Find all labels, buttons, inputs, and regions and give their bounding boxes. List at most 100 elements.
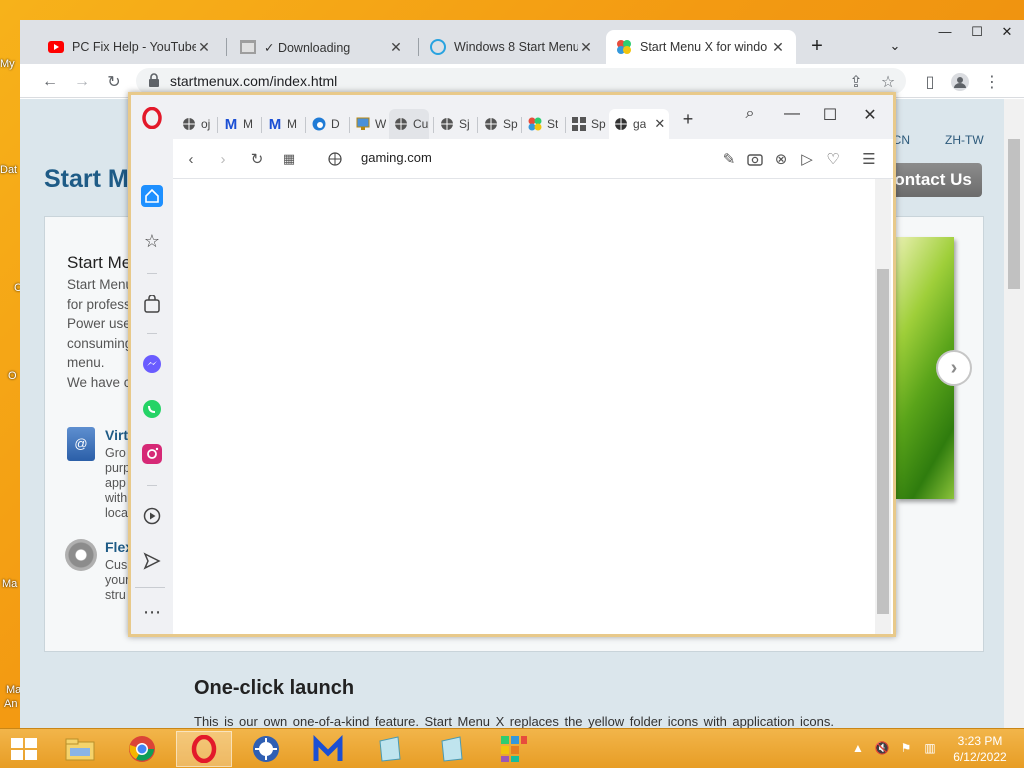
edit-icon[interactable]: ✎	[719, 149, 739, 169]
send-flow-icon[interactable]	[141, 550, 163, 572]
page-scrollbar[interactable]	[1004, 99, 1024, 728]
share-icon[interactable]: ⇪	[846, 72, 866, 92]
start-button[interactable]	[0, 731, 48, 767]
instagram-icon[interactable]	[141, 443, 163, 465]
address-url: startmenux.com/index.html	[170, 73, 338, 89]
globe-icon	[439, 116, 455, 132]
feature-line: app	[105, 476, 126, 490]
opera-tab[interactable]: Sj	[435, 109, 475, 139]
minimize-button[interactable]: —	[928, 20, 962, 44]
lang-link-zh-tw[interactable]: ZH-TW	[945, 133, 984, 147]
close-window-button[interactable]: ✕	[990, 20, 1024, 44]
send-icon[interactable]: ▷	[797, 149, 817, 169]
desktop-icon-label[interactable]: Dat	[0, 164, 22, 176]
download-page-icon	[240, 39, 256, 55]
tab-search-chevron-icon[interactable]: ⌄	[878, 34, 912, 58]
address-bar[interactable]: startmenux.com/index.html	[136, 68, 906, 94]
opera-tab[interactable]: Cu	[389, 109, 429, 139]
tab-separator	[217, 117, 218, 133]
profile-avatar-icon[interactable]	[950, 72, 970, 92]
card-heading: Start Me	[67, 253, 132, 272]
volume-muted-icon[interactable]: 🔇	[874, 741, 890, 757]
close-icon[interactable]: ✕	[196, 39, 212, 56]
adblock-icon[interactable]: ⊗	[771, 149, 791, 169]
chrome-tab[interactable]: ✓ Downloading ✕	[230, 30, 414, 64]
back-arrow-icon[interactable]: ←	[40, 72, 60, 92]
side-panel-icon[interactable]: ▯	[920, 72, 940, 92]
scrollbar-thumb[interactable]	[1008, 139, 1020, 289]
shopping-bag-icon[interactable]	[141, 293, 163, 315]
opera-tab[interactable]: oj	[177, 109, 215, 139]
player-icon[interactable]	[141, 505, 163, 527]
startmenux-icon	[616, 39, 632, 55]
malwarebytes-taskbar-icon[interactable]	[300, 731, 356, 767]
home-icon[interactable]	[141, 185, 163, 207]
close-icon[interactable]: ✕	[388, 39, 404, 56]
bookmark-star-icon[interactable]: ☆	[878, 72, 898, 92]
opera-tab[interactable]: M M	[263, 109, 303, 139]
opera-tab[interactable]: W	[351, 109, 389, 139]
opera-logo-icon[interactable]	[141, 107, 163, 129]
opera-taskbar-icon[interactable]	[176, 731, 232, 767]
chrome-tab-active[interactable]: Start Menu X for windo ✕	[606, 30, 796, 64]
clock-date: 6/12/2022	[953, 750, 1007, 764]
camera-icon[interactable]	[745, 149, 765, 169]
card-line: for profess	[67, 297, 131, 312]
opera-tab-label: Cu	[413, 117, 429, 131]
new-tab-button[interactable]: +	[800, 34, 834, 58]
tab-separator	[418, 38, 419, 56]
opera-tab[interactable]: M M	[219, 109, 259, 139]
feature-line: Gro	[105, 446, 126, 460]
opera-tab[interactable]: St	[523, 109, 563, 139]
network-icon[interactable]: ▥	[922, 741, 938, 757]
close-icon[interactable]: ✕	[654, 116, 665, 132]
close-window-button[interactable]: ✕	[855, 105, 885, 125]
back-arrow-icon[interactable]: ‹	[181, 149, 201, 169]
search-tabs-icon[interactable]: ⌕	[735, 105, 765, 123]
heart-icon[interactable]: ♡	[823, 149, 843, 169]
close-icon[interactable]: ✕	[578, 39, 594, 56]
taskbar-clock[interactable]: 3:23 PM 6/12/2022	[948, 733, 1012, 765]
maximize-button[interactable]: ☐	[815, 105, 845, 125]
tray-overflow-icon[interactable]: ▲	[850, 741, 866, 757]
card-line: consuming	[67, 336, 133, 351]
whatsapp-icon[interactable]	[141, 398, 163, 420]
chrome-tab[interactable]: Windows 8 Start Menu ✕	[420, 30, 604, 64]
clock-time: 3:23 PM	[957, 734, 1003, 748]
opera-tab[interactable]: Sp	[567, 109, 607, 139]
tabs-grid-icon[interactable]: ▦	[279, 149, 299, 169]
slider-next-arrow-icon[interactable]: ›	[936, 350, 972, 386]
close-icon[interactable]: ✕	[770, 39, 786, 56]
reload-icon[interactable]: ↻	[247, 149, 267, 169]
address-url[interactable]: gaming.com	[361, 150, 432, 165]
opera-tab-active[interactable]: ga ✕	[609, 109, 669, 139]
maximize-button[interactable]: ☐	[960, 20, 994, 44]
more-dots-icon[interactable]: ⋯	[141, 601, 163, 623]
kebab-menu-icon[interactable]: ⋮	[982, 72, 1002, 92]
forward-arrow-icon[interactable]: ›	[213, 149, 233, 169]
desktop-icon-label[interactable]: My	[0, 58, 22, 70]
opera-tab[interactable]: D	[307, 109, 347, 139]
chrome-tab-label: PC Fix Help - YouTube	[72, 40, 196, 54]
notebook-app-icon-2[interactable]	[424, 731, 480, 767]
file-explorer-icon[interactable]	[52, 731, 108, 767]
chrome-taskbar-icon[interactable]	[114, 731, 170, 767]
messenger-icon[interactable]	[141, 353, 163, 375]
speed-dial-star-icon[interactable]: ☆	[141, 230, 163, 252]
notebook-app-icon[interactable]	[362, 731, 418, 767]
chrome-tab[interactable]: PC Fix Help - YouTube ✕	[38, 30, 222, 64]
opera-new-tab-button[interactable]: +	[673, 109, 703, 130]
minimize-button[interactable]: —	[777, 105, 807, 123]
forward-arrow-icon[interactable]: →	[72, 72, 92, 92]
reload-icon[interactable]: ↻	[104, 72, 124, 92]
opera-window: ☆ ⋯ oj M M M M D W Cu Sj Sp St Sp ga ✕ +…	[128, 92, 896, 637]
easy-setup-icon[interactable]: ☰	[859, 149, 879, 169]
scrollbar-thumb[interactable]	[877, 269, 889, 614]
opera-tab[interactable]: Sp	[479, 109, 519, 139]
action-center-flag-icon[interactable]: ⚑	[898, 741, 914, 757]
windows-taskbar: ▲ 🔇 ⚑ ▥ 3:23 PM 6/12/2022	[0, 728, 1024, 768]
start-menu-x-taskbar-icon[interactable]	[486, 731, 542, 767]
opera-scrollbar[interactable]	[875, 179, 891, 634]
opera-address-bar: ‹ › ↻ ▦ gaming.com ✎ ⊗ ▷ ♡ ☰	[173, 139, 893, 179]
antispyware-icon[interactable]	[238, 731, 294, 767]
